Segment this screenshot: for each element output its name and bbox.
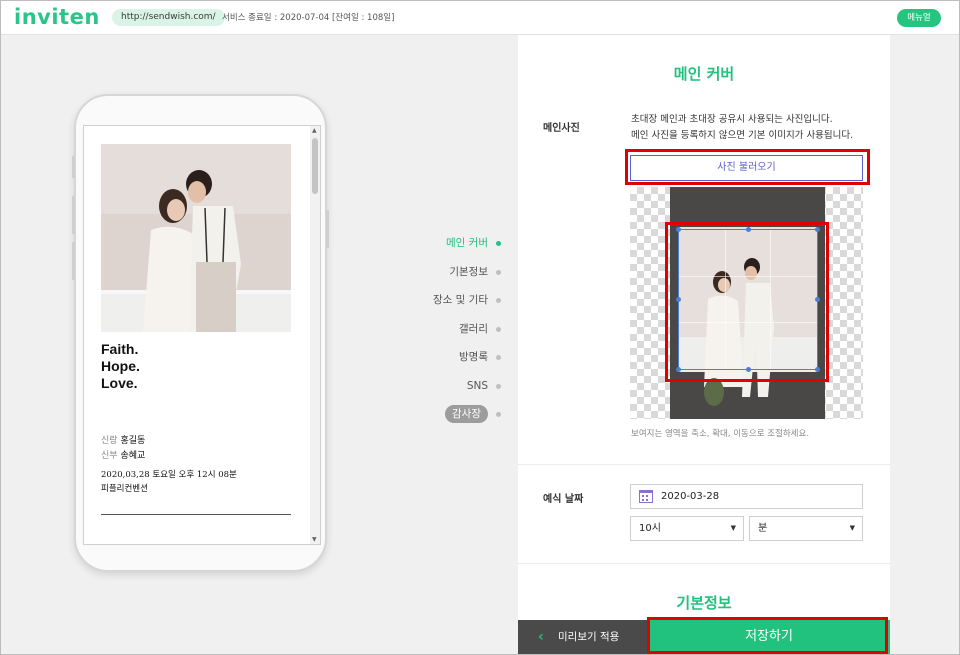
nav-item-basic-info[interactable]: 기본정보 [400, 258, 510, 287]
nav-item-thanks[interactable]: 감사장 [400, 400, 510, 429]
minute-select[interactable]: 분 ▼ [749, 516, 863, 541]
phone-screen: Faith. Hope. Love. 신랑 홍길동 신부 송혜교 2020,03… [83, 125, 321, 545]
desc-line: 초대장 메인과 초대장 공유시 사용되는 사진입니다. [631, 114, 833, 125]
nav-dot-icon [496, 383, 501, 389]
dropdown-caret-icon: ▼ [730, 524, 736, 532]
dropdown-caret-icon: ▼ [849, 524, 855, 532]
hour-select[interactable]: 10시 ▼ [630, 516, 744, 541]
phone-side-button [72, 242, 75, 280]
bride-name: 송혜교 [120, 451, 146, 461]
couple-names: 신랑 홍길동 신부 송혜교 [101, 434, 145, 464]
nav-dot-icon [496, 241, 501, 246]
nav-item-label: 갤러리 [459, 322, 488, 335]
tagline-line: Hope. [101, 358, 140, 374]
highlight-box [647, 617, 888, 654]
tagline-line: Love. [101, 375, 138, 391]
main-photo-description: 초대장 메인과 초대장 공유시 사용되는 사진입니다. 메인 사진을 등록하지 … [631, 112, 853, 144]
bride-role: 신부 [101, 451, 118, 461]
wedding-info: 2020,03,28 토요일 오후 12시 08분 피플리컨벤션 [101, 468, 237, 496]
section-nav: 메인 커버 기본정보 장소 및 기타 갤러리 방명록 SNS 감사장 [400, 229, 510, 429]
phone-side-button [72, 196, 75, 234]
groom-name: 홍길동 [120, 436, 146, 446]
main-cover-title: 메인 커버 [673, 65, 735, 83]
preview-divider [101, 514, 291, 515]
basic-info-title: 기본정보 [676, 594, 732, 612]
scroll-up-icon[interactable]: ▲ [312, 127, 317, 134]
wedding-date-label: 예식 날짜 [543, 494, 584, 505]
nav-item-guestbook[interactable]: 방명록 [400, 343, 510, 372]
editor-panel: 메인 커버 메인사진 초대장 메인과 초대장 공유시 사용되는 사진입니다. 메… [518, 35, 890, 620]
scroll-thumb[interactable] [312, 138, 318, 194]
main-photo-label: 메인사진 [543, 123, 580, 134]
highlight-box [625, 149, 870, 185]
wedding-datetime: 2020,03,28 토요일 오후 12시 08분 [101, 470, 237, 480]
crop-hint: 보여지는 영역을 축소, 확대, 이동으로 조절하세요. [631, 429, 810, 439]
manual-button[interactable]: 메뉴얼 [897, 9, 941, 27]
nav-dot-icon [496, 412, 501, 417]
chevron-left-icon: ‹ [538, 629, 544, 645]
nav-item-sns[interactable]: SNS [400, 372, 510, 401]
nav-item-gallery[interactable]: 갤러리 [400, 315, 510, 344]
nav-item-label: SNS [466, 379, 488, 392]
phone-side-button [326, 210, 329, 248]
hour-value: 10시 [639, 523, 661, 534]
nav-item-label: 감사장 [445, 405, 488, 423]
nav-dot-icon [496, 269, 501, 275]
highlight-box [665, 222, 829, 382]
nav-item-label: 방명록 [459, 351, 488, 363]
nav-dot-icon [496, 298, 501, 303]
nav-item-main-cover[interactable]: 메인 커버 [400, 229, 510, 258]
nav-item-label: 메인 커버 [446, 237, 488, 249]
apply-preview-button[interactable]: ‹ 미리보기 적용 [518, 620, 648, 655]
phone-side-button [72, 156, 75, 178]
preview-tagline: Faith. Hope. Love. [101, 341, 140, 392]
scroll-down-icon[interactable]: ▼ [312, 536, 317, 543]
nav-item-location[interactable]: 장소 및 기타 [400, 286, 510, 315]
nav-dot-icon [496, 326, 501, 332]
calendar-icon[interactable] [639, 490, 653, 503]
top-header: inviten http://sendwish.com/ 서비스 종료일 : 2… [0, 0, 960, 35]
wedding-venue: 피플리컨벤션 [101, 484, 148, 494]
inviten-logo[interactable]: inviten [14, 5, 100, 29]
tagline-line: Faith. [101, 341, 139, 357]
minute-value: 분 [758, 523, 768, 534]
section-divider [518, 464, 890, 465]
desc-line: 메인 사진을 등록하지 않으면 기본 이미지가 사용됩니다. [631, 130, 854, 141]
phone-preview: Faith. Hope. Love. 신랑 홍길동 신부 송혜교 2020,03… [72, 94, 329, 572]
date-value: 2020-03-28 [661, 491, 720, 502]
nav-dot-icon [496, 355, 501, 360]
cover-photo [101, 144, 291, 332]
nav-item-label: 기본정보 [449, 265, 488, 278]
preview-scrollbar[interactable]: ▲ ▼ [310, 126, 320, 544]
groom-role: 신랑 [101, 436, 118, 446]
wedding-date-input[interactable]: 2020-03-28 [630, 484, 863, 509]
apply-preview-label: 미리보기 적용 [558, 631, 620, 643]
service-end-info: 서비스 종료일 : 2020-07-04 [잔여일 : 108일] [222, 13, 395, 23]
section-divider [518, 563, 890, 564]
site-url-link[interactable]: http://sendwish.com/ [112, 9, 225, 26]
nav-item-label: 장소 및 기타 [433, 294, 488, 306]
